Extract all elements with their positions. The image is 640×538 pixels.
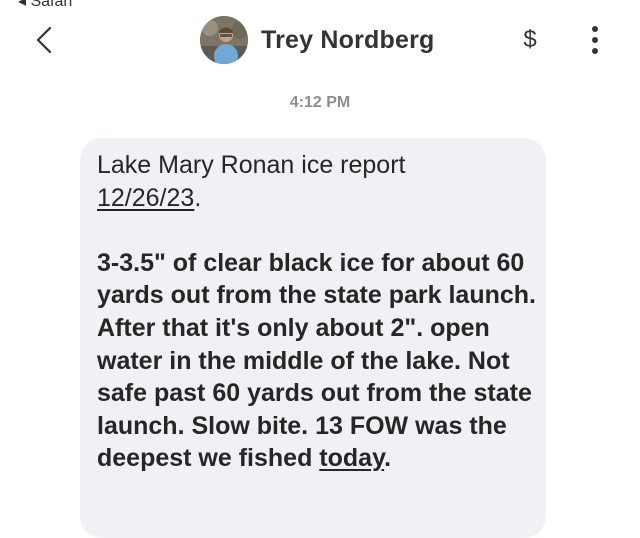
conversation-header: Trey Nordberg $	[0, 0, 640, 78]
back-button[interactable]	[30, 24, 58, 56]
avatar-photo	[200, 16, 248, 64]
payment-button[interactable]: $	[516, 24, 544, 56]
message-title-line: Lake Mary Ronan ice report 12/26/23.	[97, 149, 537, 214]
chevron-left-icon	[36, 27, 52, 53]
message-body-main: 3-3.5" of clear black ice for about 60 y…	[97, 248, 543, 473]
message-title: Lake Mary Ronan ice report	[97, 151, 406, 179]
message-body-end: .	[384, 444, 392, 473]
avatar[interactable]	[200, 16, 248, 64]
message-text: Lake Mary Ronan ice report 12/26/23. 3-3…	[97, 149, 537, 475]
message-body-link[interactable]: today	[319, 444, 384, 472]
message-body: 3-3.5" of clear black ice for about 60 y…	[97, 247, 537, 475]
more-options-button[interactable]	[582, 24, 608, 56]
message-date-suffix: .	[194, 183, 202, 212]
message-date-link[interactable]: 12/26/23	[97, 184, 194, 212]
vertical-dots-icon	[592, 26, 598, 32]
contact-name[interactable]: Trey Nordberg	[261, 26, 434, 55]
message-timestamp: 4:12 PM	[289, 94, 351, 111]
dollar-icon: $	[523, 26, 537, 53]
